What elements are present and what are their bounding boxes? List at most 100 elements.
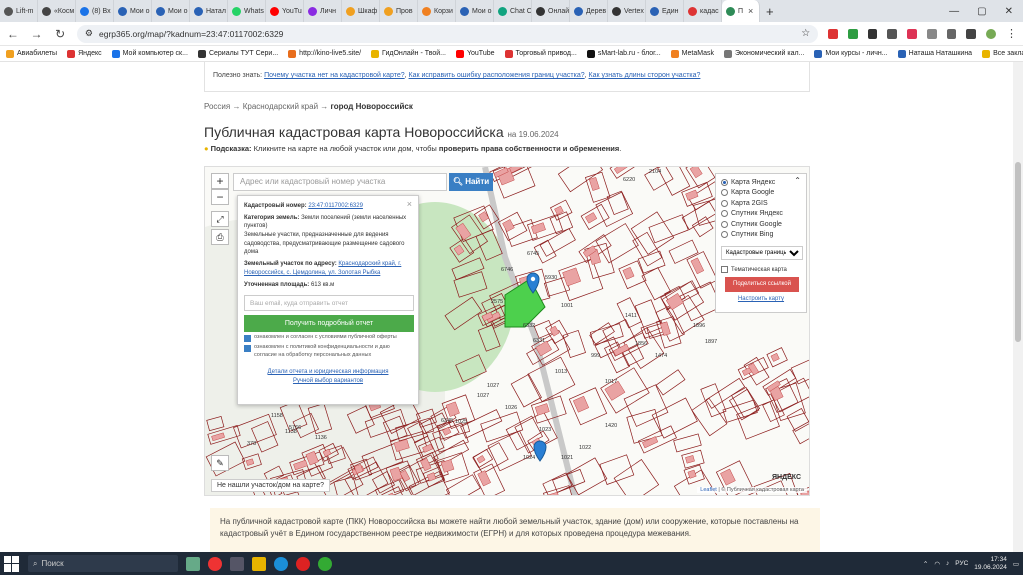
- explorer-icon[interactable]: [252, 556, 266, 571]
- close-icon[interactable]: ×: [407, 198, 412, 211]
- radio-icon[interactable]: [721, 231, 728, 239]
- zoom-in-button[interactable]: +: [211, 173, 229, 189]
- report-details-link[interactable]: Детали отчета и юридическая информация: [268, 369, 389, 375]
- kad-number-link[interactable]: 23:47:0117002:6329: [308, 203, 363, 209]
- lang-indicator[interactable]: РУС: [955, 560, 968, 567]
- edge-icon[interactable]: [274, 556, 288, 571]
- print-icon[interactable]: ⎙: [211, 229, 229, 245]
- browser-tab[interactable]: П ×: [722, 0, 760, 22]
- share-link-button[interactable]: Поделиться ссылкой: [725, 277, 799, 292]
- zoom-out-button[interactable]: −: [211, 189, 229, 205]
- radio-icon[interactable]: [721, 210, 728, 218]
- windows-start-icon[interactable]: [4, 555, 20, 572]
- minimize-button[interactable]: —: [949, 6, 959, 17]
- radio-icon[interactable]: [721, 189, 728, 197]
- new-tab-button[interactable]: +: [760, 4, 780, 19]
- notifications-icon[interactable]: ▭: [1013, 560, 1019, 568]
- app-icon[interactable]: [318, 556, 332, 571]
- extension-icon[interactable]: [926, 28, 937, 39]
- browser-tab[interactable]: Онлай: [532, 0, 570, 22]
- browser-tab[interactable]: YouTu: [266, 0, 304, 22]
- bookmark-item[interactable]: Сериалы ТУТ Сери...: [197, 49, 278, 58]
- bookmark-item[interactable]: Экономический кал...: [723, 49, 804, 58]
- url-field[interactable]: ⚙ egrp365.org/map/?kadnum=23:47:0117002:…: [76, 24, 819, 43]
- not-found-button[interactable]: Не нашли участок/дом на карте?: [211, 479, 330, 492]
- close-window-button[interactable]: ✕: [1005, 6, 1013, 17]
- profile-avatar-icon[interactable]: [986, 28, 996, 39]
- extension-icon[interactable]: [828, 28, 838, 39]
- site-info-icon[interactable]: ⚙: [85, 28, 93, 39]
- useful-link[interactable]: Почему участка нет на кадастровой карте?: [264, 72, 405, 79]
- bookmark-item[interactable]: ГидОнлайн - Твой...: [371, 49, 446, 58]
- browser-tab[interactable]: Vertex: [608, 0, 646, 22]
- bookmark-item[interactable]: Мой компьютер ск...: [111, 49, 188, 58]
- menu-dots-icon[interactable]: ⋮: [1006, 27, 1017, 40]
- layer-option[interactable]: Карта Яндекс: [721, 177, 801, 188]
- browser-tab[interactable]: Мои о: [114, 0, 152, 22]
- bookmark-item[interactable]: Наташа Наташкина: [897, 49, 972, 58]
- browser-tab[interactable]: Lift-m: [0, 0, 38, 22]
- manual-choice-link[interactable]: Ручной выбор вариантов: [293, 378, 363, 384]
- layer-select[interactable]: Кадастровые границы: [721, 246, 803, 260]
- bookmark-item[interactable]: Торговый привод...: [504, 49, 577, 58]
- forward-icon[interactable]: →: [30, 27, 44, 41]
- scrollbar-thumb[interactable]: [1015, 162, 1021, 342]
- browser-tab[interactable]: Личн: [304, 0, 342, 22]
- layer-option[interactable]: Карта 2GIS: [721, 198, 801, 209]
- measure-icon[interactable]: ✎: [211, 455, 229, 471]
- chrome-icon[interactable]: [208, 556, 222, 571]
- layer-option[interactable]: Спутник Google: [721, 219, 801, 230]
- cadastral-map[interactable]: 5930 6745 6746 1001 6332 6331 2575 999 1013 1017 1…: [204, 166, 810, 496]
- browser-tab[interactable]: Натал: [190, 0, 228, 22]
- breadcrumb-russia[interactable]: Россия: [204, 102, 230, 111]
- extensions-puzzle-icon[interactable]: [946, 28, 957, 39]
- extension-icon[interactable]: [887, 28, 898, 39]
- browser-tab[interactable]: (8) Вх: [76, 0, 114, 22]
- ruler-tool-icon[interactable]: ⤢: [211, 211, 229, 227]
- leaflet-link[interactable]: Leaflet: [700, 487, 717, 493]
- checkbox-icon[interactable]: [721, 266, 728, 273]
- tray-up-icon[interactable]: ⌃: [923, 560, 928, 568]
- browser-tab[interactable]: Chat C: [494, 0, 532, 22]
- breadcrumb-krasnodar[interactable]: Краснодарский край: [243, 102, 318, 111]
- useful-link[interactable]: Как исправить ошибку расположения границ…: [409, 72, 585, 79]
- radio-icon[interactable]: [721, 178, 728, 186]
- browser-tab[interactable]: Корзи: [418, 0, 456, 22]
- bookmark-item[interactable]: MetaMask: [670, 49, 714, 58]
- maximize-button[interactable]: ▢: [977, 6, 986, 17]
- layer-option[interactable]: Карта Google: [721, 188, 801, 199]
- chevron-up-icon[interactable]: ⌃: [794, 176, 801, 185]
- email-input[interactable]: Ваш email, куда отправить отчет: [244, 295, 414, 312]
- bookmark-item[interactable]: http://kino-live5.site/: [288, 49, 361, 58]
- browser-tab[interactable]: Пров: [380, 0, 418, 22]
- browser-tab[interactable]: Дерев: [570, 0, 608, 22]
- get-report-button[interactable]: Получить подробный отчет: [244, 315, 414, 333]
- extension-icon[interactable]: [907, 28, 917, 39]
- configure-map-link[interactable]: Настроить карту: [721, 296, 801, 302]
- layer-option[interactable]: Спутник Яндекс: [721, 209, 801, 220]
- clock[interactable]: 17:34 19.06.2024: [974, 556, 1007, 572]
- browser-tab[interactable]: Мои о: [152, 0, 190, 22]
- close-tab-icon[interactable]: ×: [748, 6, 753, 16]
- browser-tab[interactable]: Whats: [228, 0, 266, 22]
- bookmark-item[interactable]: Яндекс: [67, 49, 102, 58]
- browser-tab[interactable]: Шкаф: [342, 0, 380, 22]
- map-search-input[interactable]: Адрес или кадастровый номер участка: [233, 173, 447, 191]
- calculator-icon[interactable]: [230, 556, 244, 571]
- radio-icon[interactable]: [721, 199, 728, 207]
- download-icon[interactable]: [966, 28, 977, 39]
- volume-icon[interactable]: ♪: [946, 560, 949, 567]
- browser-tab[interactable]: кадас: [684, 0, 722, 22]
- bookmark-item[interactable]: sMart-lab.ru - блог...: [586, 49, 661, 58]
- bookmark-item[interactable]: YouTube: [455, 49, 495, 58]
- bookmark-item[interactable]: Все закладки: [982, 49, 1023, 58]
- checkbox-checked-icon[interactable]: [244, 335, 251, 343]
- back-icon[interactable]: ←: [6, 27, 20, 41]
- offer-checkbox-row[interactable]: ознакомлен и согласен с условиями публич…: [244, 334, 412, 343]
- extension-icon[interactable]: [867, 28, 878, 39]
- reload-icon[interactable]: ↻: [53, 27, 67, 41]
- extension-icon[interactable]: [847, 28, 858, 39]
- thematic-checkbox-row[interactable]: Тематическая карта: [721, 266, 801, 273]
- privacy-checkbox-row[interactable]: ознакомлен с политикой конфиденциальност…: [244, 344, 412, 360]
- browser-tab[interactable]: «Косм: [38, 0, 76, 22]
